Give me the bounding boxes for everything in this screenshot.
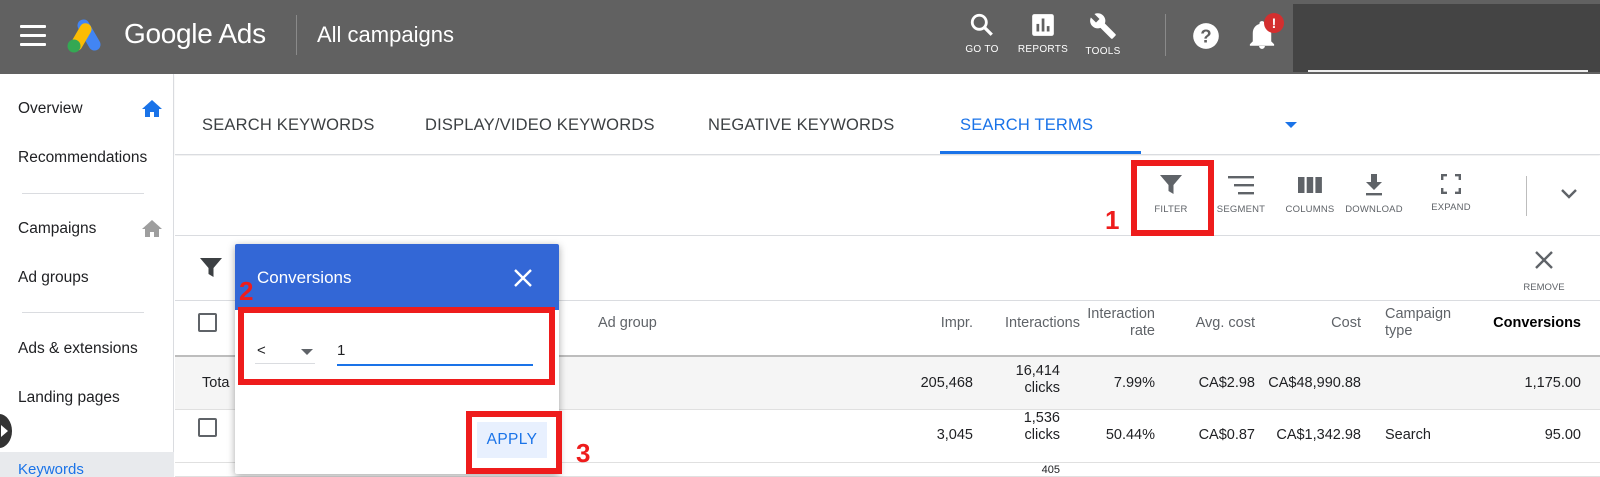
annotation-step-3: 3 bbox=[576, 438, 591, 468]
tab-bar: SEARCH KEYWORDS DISPLAY/VIDEO KEYWORDS N… bbox=[175, 74, 1600, 155]
total-conversions: 1,175.00 bbox=[1524, 375, 1581, 391]
page-title: All campaigns bbox=[317, 22, 454, 47]
total-interaction-rate: 7.99% bbox=[1113, 375, 1155, 391]
filter-icon[interactable] bbox=[199, 257, 223, 279]
column-header-interaction-rate[interactable]: Interaction rate bbox=[1035, 306, 1155, 340]
header-line: type bbox=[1385, 323, 1413, 339]
segment-label: SEGMENT bbox=[1216, 204, 1266, 215]
annotation-box-filter bbox=[1131, 160, 1214, 236]
sidebar-item-ad-groups[interactable]: Ad groups bbox=[18, 269, 89, 287]
chevron-down-icon[interactable] bbox=[1560, 188, 1578, 200]
column-header-ad-group[interactable]: Ad group bbox=[598, 315, 657, 332]
brand-name: Google Ads bbox=[124, 18, 266, 49]
expand-button[interactable]: EXPAND bbox=[1416, 174, 1486, 213]
goto-button[interactable]: GO TO bbox=[947, 12, 1017, 55]
annotation-step-1: 1 bbox=[1105, 205, 1120, 235]
tab-negative-keywords[interactable]: NEGATIVE KEYWORDS bbox=[708, 116, 894, 135]
top-bar: Google Ads All campaigns GO TO REPORTS T… bbox=[0, 0, 1600, 74]
download-button[interactable]: DOWNLOAD bbox=[1339, 174, 1409, 215]
annotation-box-condition bbox=[238, 307, 555, 385]
tab-search-keywords[interactable]: SEARCH KEYWORDS bbox=[202, 116, 375, 135]
sidebar-item-campaigns[interactable]: Campaigns bbox=[18, 220, 96, 238]
divider bbox=[22, 312, 144, 313]
total-cost: CA$48,990.88 bbox=[1268, 375, 1361, 391]
close-icon[interactable] bbox=[513, 268, 533, 288]
divider bbox=[296, 15, 297, 55]
sidebar-item-recommendations[interactable]: Recommendations bbox=[18, 149, 147, 167]
segment-icon bbox=[1228, 176, 1254, 195]
remove-label: REMOVE bbox=[1523, 282, 1565, 293]
total-avg-cost: CA$2.98 bbox=[1198, 375, 1255, 391]
divider bbox=[22, 193, 144, 194]
tab-display-video-keywords[interactable]: DISPLAY/VIDEO KEYWORDS bbox=[425, 116, 655, 135]
sidebar-item-overview[interactable]: Overview bbox=[18, 100, 83, 118]
sidebar-item-landing-pages[interactable]: Landing pages bbox=[18, 389, 120, 407]
tools-label: TOOLS bbox=[1085, 46, 1121, 57]
divider bbox=[1165, 14, 1166, 56]
tools-button[interactable]: TOOLS bbox=[1068, 12, 1138, 57]
cell-campaign-type: Search bbox=[1385, 427, 1431, 443]
sidebar-item-ads-extensions[interactable]: Ads & extensions bbox=[18, 340, 138, 358]
cell-interactions: 405 bbox=[1041, 464, 1060, 476]
column-header-cost[interactable]: Cost bbox=[1255, 315, 1361, 332]
expand-label: EXPAND bbox=[1431, 202, 1471, 213]
search-icon bbox=[970, 13, 993, 36]
header-line: Interaction bbox=[1087, 306, 1155, 322]
annotation-box-apply bbox=[466, 411, 562, 474]
dialog-header: Conversions bbox=[235, 244, 559, 310]
reports-icon bbox=[1032, 14, 1054, 36]
cell-cost: CA$1,342.98 bbox=[1276, 427, 1361, 443]
header-line: Campaign bbox=[1385, 306, 1452, 322]
cell-conversions: 95.00 bbox=[1544, 427, 1581, 443]
menu-icon[interactable] bbox=[20, 25, 46, 47]
close-icon bbox=[1535, 251, 1553, 269]
divider bbox=[1526, 176, 1527, 216]
total-label: Tota bbox=[202, 375, 230, 391]
column-header-campaign-type[interactable]: Campaign type bbox=[1385, 306, 1451, 340]
sidebar: Overview Recommendations Campaigns Ad gr… bbox=[0, 74, 174, 477]
collapse-handle[interactable] bbox=[0, 414, 12, 448]
row-checkbox[interactable] bbox=[198, 418, 217, 437]
goto-label: GO TO bbox=[965, 44, 999, 55]
download-icon bbox=[1366, 174, 1382, 196]
home-icon bbox=[142, 220, 162, 237]
column-header-avg-cost[interactable]: Avg. cost bbox=[1155, 315, 1255, 332]
columns-label: COLUMNS bbox=[1285, 204, 1335, 215]
cell-interaction-rate: 50.44% bbox=[1105, 427, 1155, 443]
annotation-step-2: 2 bbox=[239, 276, 254, 306]
remove-filters-button[interactable]: REMOVE bbox=[1509, 249, 1579, 293]
google-ads-logo[interactable] bbox=[66, 16, 108, 54]
notification-badge: ! bbox=[1264, 13, 1284, 33]
chevron-down-icon[interactable] bbox=[1285, 122, 1297, 128]
sidebar-item-keywords[interactable]: Keywords bbox=[0, 452, 174, 477]
wrench-icon bbox=[1090, 13, 1116, 39]
expand-icon bbox=[1441, 174, 1461, 194]
select-all-checkbox[interactable] bbox=[198, 313, 217, 332]
svg-text:?: ? bbox=[1200, 25, 1211, 46]
home-icon bbox=[142, 100, 162, 117]
column-header-conversions[interactable]: Conversions bbox=[1465, 315, 1581, 332]
help-icon[interactable]: ? bbox=[1192, 22, 1220, 50]
tab-search-terms[interactable]: SEARCH TERMS bbox=[960, 116, 1093, 135]
segment-button[interactable]: SEGMENT bbox=[1206, 174, 1276, 215]
sidebar-item-label: Keywords bbox=[18, 461, 84, 477]
header-line: rate bbox=[1130, 323, 1155, 339]
dialog-title: Conversions bbox=[257, 268, 352, 287]
columns-icon bbox=[1298, 177, 1322, 193]
download-label: DOWNLOAD bbox=[1345, 204, 1403, 215]
table-toolbar: FILTER SEGMENT COLUMNS DOWNLOAD EXPAND bbox=[175, 156, 1600, 236]
columns-button[interactable]: COLUMNS bbox=[1275, 174, 1345, 215]
cell-avg-cost: CA$0.87 bbox=[1198, 427, 1255, 443]
account-area[interactable] bbox=[1293, 4, 1600, 72]
cell-line: 1,536 bbox=[1023, 410, 1060, 426]
active-tab-indicator bbox=[940, 151, 1141, 154]
